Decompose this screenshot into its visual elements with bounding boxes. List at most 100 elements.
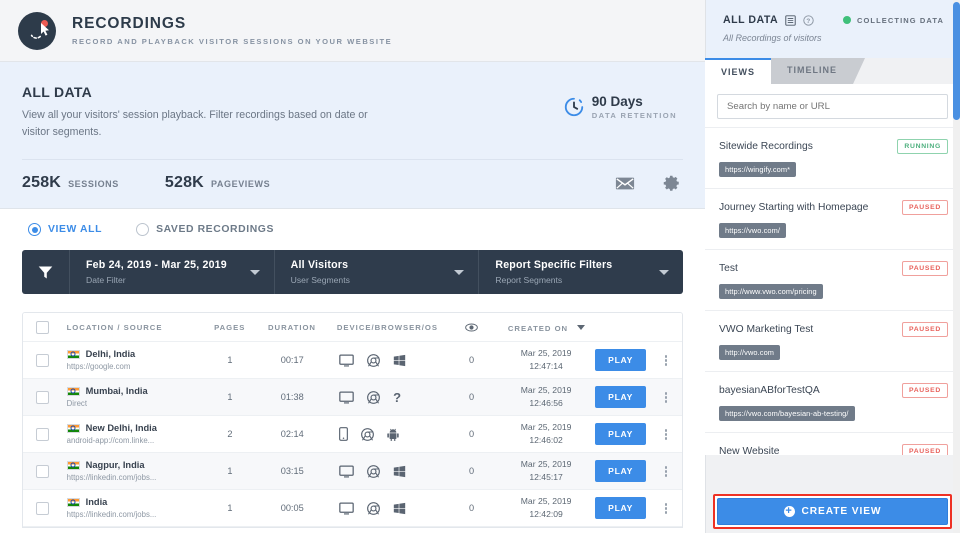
row-device-info xyxy=(327,501,442,515)
funnel-icon-button[interactable] xyxy=(22,250,70,295)
column-duration: DURATION xyxy=(267,322,316,332)
chrome-icon xyxy=(361,427,375,441)
chrome-icon xyxy=(367,390,381,404)
row-duration: 00:05 xyxy=(280,503,304,514)
radio-view-all-indicator xyxy=(28,223,41,237)
chrome-icon xyxy=(367,353,381,367)
play-button[interactable]: PLAY xyxy=(595,349,647,372)
create-view-button[interactable]: + CREATE VIEW xyxy=(717,498,948,525)
row-location: Delhi, India xyxy=(85,349,136,360)
view-list-item[interactable]: Test PAUSED http://www.vwo.com/pricing xyxy=(705,249,960,310)
row-duration: 02:14 xyxy=(280,429,304,440)
recordings-table: LOCATION / SOURCE PAGES DURATION DEVICE/… xyxy=(22,312,683,529)
play-button[interactable]: PLAY xyxy=(595,423,647,446)
search-input[interactable] xyxy=(717,94,948,119)
row-checkbox[interactable] xyxy=(36,464,50,478)
row-checkbox[interactable] xyxy=(36,353,50,367)
page-scrollbar-thumb[interactable] xyxy=(953,2,960,120)
play-button[interactable]: PLAY xyxy=(595,460,647,483)
table-row[interactable]: New Delhi, India android-app://com.linke… xyxy=(23,416,682,454)
row-device-info xyxy=(327,427,442,442)
view-url: http://www.vwo.com/pricing xyxy=(719,284,823,299)
view-list-item[interactable]: New Website PAUSED seo.vwo.com xyxy=(705,432,960,455)
tab-timeline[interactable]: TIMELINE xyxy=(771,58,854,84)
clock-icon xyxy=(564,97,583,117)
date-filter-label: Date Filter xyxy=(86,275,126,286)
row-menu-button[interactable] xyxy=(650,428,682,440)
country-flag-icon xyxy=(66,349,80,359)
row-created-on: Mar 25, 2019 12:46:56 xyxy=(520,385,572,409)
view-list-item[interactable]: VWO Marketing Test PAUSED http://vwo.com xyxy=(705,310,960,371)
desktop-icon xyxy=(339,465,354,478)
country-flag-icon xyxy=(66,423,80,433)
settings-button[interactable] xyxy=(663,174,681,192)
date-filter-select[interactable]: Feb 24, 2019 - Mar 25, 2019 Date Filter xyxy=(70,250,275,295)
country-flag-icon xyxy=(66,497,80,507)
sidebar-title-group: ALL DATA ? xyxy=(723,14,814,26)
radio-view-all-label: VIEW ALL xyxy=(48,224,103,236)
report-segments-label: Report Segments xyxy=(495,275,563,286)
column-created-on[interactable]: CREATED ON xyxy=(501,318,592,336)
report-segments-select[interactable]: Report Specific Filters Report Segments xyxy=(479,250,683,294)
pageviews-label: PAGEVIEWS xyxy=(210,179,271,190)
row-checkbox[interactable] xyxy=(36,501,50,515)
radio-saved-recordings[interactable]: SAVED RECORDINGS xyxy=(136,223,275,237)
desktop-icon xyxy=(339,391,354,404)
help-circle-icon[interactable]: ? xyxy=(803,14,814,26)
windows-icon xyxy=(393,502,406,514)
tab-views[interactable]: VIEWS xyxy=(705,58,772,84)
plus-circle-icon: + xyxy=(783,505,795,517)
filter-bar: Feb 24, 2019 - Mar 25, 2019 Date Filter … xyxy=(22,250,683,295)
page-subtitle: RECORD AND PLAYBACK VISITOR SESSIONS ON … xyxy=(72,37,393,46)
view-list-item[interactable]: Sitewide Recordings RUNNING https://wing… xyxy=(705,127,960,188)
row-views: 0 xyxy=(468,392,475,403)
row-source: Direct xyxy=(66,399,88,409)
user-segments-select[interactable]: All Visitors User Segments xyxy=(275,250,480,295)
row-checkbox[interactable] xyxy=(36,390,50,404)
tab-edge-decoration xyxy=(853,58,866,84)
list-icon[interactable] xyxy=(785,14,796,26)
gear-icon xyxy=(663,176,679,192)
row-menu-button[interactable] xyxy=(650,502,682,514)
email-report-button[interactable] xyxy=(615,176,635,191)
radio-view-all[interactable]: VIEW ALL xyxy=(28,223,103,237)
cursor-trail-icon xyxy=(18,11,56,50)
view-list-item[interactable]: Journey Starting with Homepage PAUSED ht… xyxy=(705,188,960,249)
desktop-icon xyxy=(339,354,354,367)
row-created-on: Mar 25, 2019 12:42:09 xyxy=(520,496,572,520)
table-row[interactable]: Nagpur, India https://linkedin.com/jobs.… xyxy=(23,453,682,491)
page-scrollbar[interactable] xyxy=(953,0,960,533)
view-list-item[interactable]: bayesianABforTestQA PAUSED https://vwo.c… xyxy=(705,371,960,432)
view-url: https://vwo.com/bayesian-ab-testing/ xyxy=(719,406,855,421)
row-menu-button[interactable] xyxy=(650,391,682,403)
envelope-icon xyxy=(615,177,635,190)
radio-saved-recordings-label: SAVED RECORDINGS xyxy=(156,224,275,236)
view-status-badge: PAUSED xyxy=(901,322,948,337)
recordings-page: RECORDINGS RECORD AND PLAYBACK VISITOR S… xyxy=(0,0,960,533)
row-checkbox[interactable] xyxy=(36,427,50,441)
row-views: 0 xyxy=(468,429,475,440)
row-source: https://google.com xyxy=(66,362,131,372)
windows-icon xyxy=(393,354,406,366)
table-row[interactable]: Delhi, India https://google.com 1 00:17 … xyxy=(23,342,682,380)
play-button[interactable]: PLAY xyxy=(595,386,647,409)
row-location: Mumbai, India xyxy=(85,386,148,397)
play-button[interactable]: PLAY xyxy=(595,497,647,520)
retention-label: DATA RETENTION xyxy=(591,111,677,120)
row-pages: 1 xyxy=(227,355,233,366)
sidebar-tabs: VIEWS TIMELINE xyxy=(705,58,960,84)
row-created-on: Mar 25, 2019 12:47:14 xyxy=(520,348,572,372)
page-header: RECORDINGS RECORD AND PLAYBACK VISITOR S… xyxy=(0,0,705,62)
view-url: https://vwo.com/ xyxy=(719,223,786,238)
row-menu-button[interactable] xyxy=(650,354,682,366)
row-menu-button[interactable] xyxy=(650,465,682,477)
funnel-icon xyxy=(38,266,53,279)
row-pages: 1 xyxy=(227,466,233,477)
mobile-icon xyxy=(339,427,349,442)
row-duration: 00:17 xyxy=(280,355,304,366)
view-name: bayesianABforTestQA xyxy=(719,385,820,396)
table-body: Delhi, India https://google.com 1 00:17 … xyxy=(23,342,682,528)
table-row[interactable]: Mumbai, India Direct 1 01:38 ? 0 Mar 25,… xyxy=(23,379,682,417)
table-row[interactable]: India https://linkedin.com/jobs... 1 00:… xyxy=(23,490,682,528)
select-all-checkbox[interactable] xyxy=(36,320,50,334)
